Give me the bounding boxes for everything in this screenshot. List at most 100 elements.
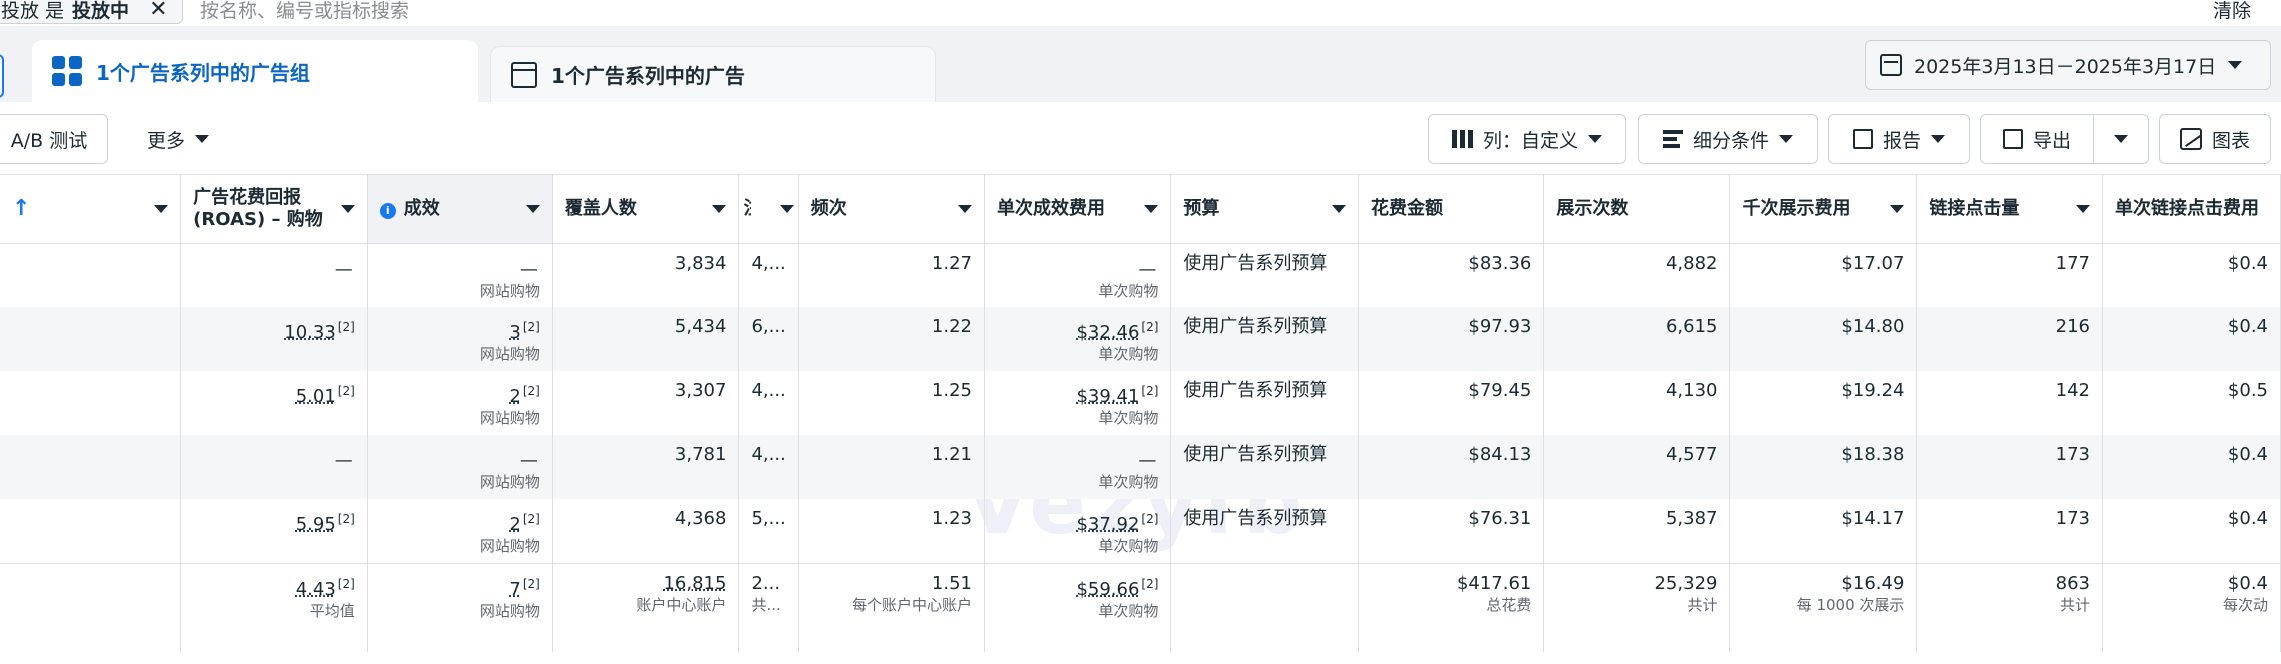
ab-test-button[interactable]: A/B 测试: [0, 114, 108, 164]
summary-budget-cell: [1170, 562, 1360, 652]
column-header-roas[interactable]: 广告花费回报 (ROAS) – 购物: [180, 175, 368, 244]
cpc-cell: $0.4: [2102, 499, 2281, 563]
date-range-label: 2025年3月13日－2025年3月17日: [1914, 55, 2217, 78]
column-header-amount-spent[interactable]: 花费金额: [1358, 175, 1545, 244]
cell-value: 2: [509, 386, 521, 407]
impressions-cell: 4,130: [1543, 371, 1731, 435]
budget-cell: 使用广告系列预算: [1170, 435, 1360, 499]
info-icon[interactable]: i: [379, 202, 396, 219]
tab-ads[interactable]: 1个广告系列中的广告: [490, 46, 936, 102]
tab-campaigns-stub[interactable]: [0, 54, 4, 98]
cell-value: 5.95: [295, 514, 336, 535]
column-header-cost-per-result[interactable]: 单次成效费用: [984, 175, 1172, 244]
row-name-cell: [0, 499, 182, 563]
reach-cell: 3,834: [552, 243, 740, 307]
column-header-cpm[interactable]: 千次展示费用: [1729, 175, 1918, 244]
column-label: 单次成效费用: [996, 197, 1105, 219]
column-header-reach[interactable]: 覆盖人数: [552, 175, 740, 244]
clear-filters-button[interactable]: 清除: [2213, 0, 2251, 23]
results-cell: — 网站购物: [367, 243, 553, 307]
cell-value: 4,...: [751, 252, 786, 274]
cell-value: $0.4: [2227, 252, 2268, 274]
chevron-down-icon: [1931, 135, 1945, 143]
column-header-results[interactable]: i 成效: [367, 175, 553, 244]
tab-ad-sets-label: 1个广告系列中的广告组: [96, 60, 310, 85]
truncated-cell: 4,...: [738, 243, 799, 307]
chevron-down-icon: [1890, 204, 1905, 213]
close-icon[interactable]: ✕: [149, 0, 167, 22]
export-dropdown-button[interactable]: [2093, 114, 2149, 164]
reports-label: 报告: [1882, 129, 1921, 152]
cpc-cell: $0.4: [2102, 307, 2281, 371]
charts-button[interactable]: 图表: [2159, 114, 2271, 164]
summary-frequency-cell: 1.51 每个账户中心账户: [798, 562, 985, 652]
table-row[interactable]: 10.33 [2] 3 [2] 网站购物 5,434 6,... 1.22 $32.46 [2] 单…: [0, 307, 2281, 371]
cell-value: 4,...: [751, 444, 786, 465]
column-header-link-clicks[interactable]: 链接点击量: [1916, 175, 2103, 244]
reports-button[interactable]: 报告: [1828, 114, 1970, 164]
truncated-cell: 4,...: [738, 435, 799, 499]
data-table: Vezyfb ↑ 广告花费回报 (ROAS) – 购物 i成效 覆盖人数 注 频…: [0, 174, 2281, 652]
export-button[interactable]: 导出: [1980, 114, 2094, 164]
summary-truncated-cell: 2... 共...: [738, 562, 799, 652]
chevron-down-icon: [712, 204, 727, 213]
cell-subtext: 共...: [751, 595, 781, 614]
summary-amount-spent-cell: $417.61 总花费: [1358, 562, 1545, 652]
columns-button[interactable]: 列：自定义: [1428, 114, 1626, 164]
filter-chip-delivery[interactable]: 投放 是 投放中 ✕: [0, 0, 183, 24]
cell-subtext: 共计: [2059, 595, 2090, 614]
cell-value: 6,615: [1665, 316, 1718, 337]
table-row[interactable]: 5.95 [2] 2 [2] 网站购物 4,368 5,... 1.23 $37.92 [2] 单次…: [0, 499, 2281, 563]
column-header-frequency[interactable]: 频次: [798, 175, 985, 244]
summary-cpm-cell: $16.49 每 1000 次展示: [1729, 562, 1918, 652]
cost-per-result-cell: $37.92 [2] 单次购物: [984, 499, 1172, 563]
cell-value: 216: [2055, 316, 2090, 337]
column-header-budget[interactable]: 预算: [1170, 175, 1360, 244]
cell-value: 6,...: [751, 316, 786, 337]
chevron-down-icon: [2075, 204, 2090, 213]
export-label: 导出: [2032, 129, 2071, 152]
cpm-cell: $18.38: [1729, 435, 1918, 499]
date-range-picker[interactable]: 2025年3月13日－2025年3月17日: [1865, 40, 2271, 90]
columns-icon: [1451, 130, 1473, 148]
cell-value: 1.23: [931, 508, 972, 529]
table-row[interactable]: — — 网站购物 3,781 4,... 1.21 — 单次购物 使用广告系列预算 $84.13 4…: [0, 435, 2281, 499]
cell-value: $417.61: [1456, 572, 1532, 594]
chevron-down-icon: [2228, 61, 2243, 69]
cell-value: 3: [509, 322, 521, 343]
budget-cell: 使用广告系列预算: [1170, 307, 1360, 371]
search-input[interactable]: 按名称、编号或指标搜索: [200, 0, 409, 23]
more-button[interactable]: 更多: [128, 114, 228, 164]
footnote: [2]: [337, 576, 355, 591]
ad-frame-icon: [511, 61, 537, 88]
breakdown-icon: [1662, 130, 1683, 148]
column-header-cpc[interactable]: 单次链接点击费用: [2102, 175, 2281, 244]
calendar-icon: [1880, 54, 1902, 76]
roas-cell: 10.33 [2]: [180, 307, 368, 371]
filter-bar: 投放 是 投放中 ✕ 按名称、编号或指标搜索 清除: [0, 0, 2281, 26]
breakdown-button[interactable]: 细分条件: [1638, 114, 1818, 164]
cell-value: —: [1138, 258, 1157, 280]
footnote: [2]: [1141, 512, 1159, 526]
tab-ad-sets[interactable]: 1个广告系列中的广告组: [32, 40, 478, 102]
cell-value: 2...: [751, 572, 781, 594]
chart-icon: [2179, 128, 2202, 150]
ad-sets-grid-icon: [52, 56, 82, 86]
link-clicks-cell: 142: [1916, 371, 2103, 435]
amount-spent-cell: $84.13: [1358, 435, 1545, 499]
cell-value: 使用广告系列预算: [1183, 316, 1328, 337]
column-header-impressions[interactable]: 展示次数: [1543, 175, 1731, 244]
table-row[interactable]: — — 网站购物 3,834 4,... 1.27— 单次购物 使用广告系列预算 $83.36 4…: [0, 243, 2281, 307]
column-label: 链接点击量: [1929, 197, 2020, 219]
row-name-cell: [0, 435, 182, 499]
column-header-sort[interactable]: ↑: [0, 175, 182, 244]
impressions-cell: 4,882: [1543, 243, 1731, 307]
cpc-cell: $0.4: [2102, 435, 2281, 499]
table-row[interactable]: 5.01 [2] 2 [2] 网站购物 3,307 4,... 1.25 $39.41 [2] 单次…: [0, 371, 2281, 435]
footnote: [2]: [522, 576, 540, 591]
columns-label: 列：自定义: [1482, 129, 1578, 152]
column-header-truncated[interactable]: 注: [738, 175, 799, 244]
cell-value: 173: [2055, 444, 2090, 465]
summary-name-cell: [0, 562, 182, 652]
cell-value: 2: [509, 514, 521, 535]
